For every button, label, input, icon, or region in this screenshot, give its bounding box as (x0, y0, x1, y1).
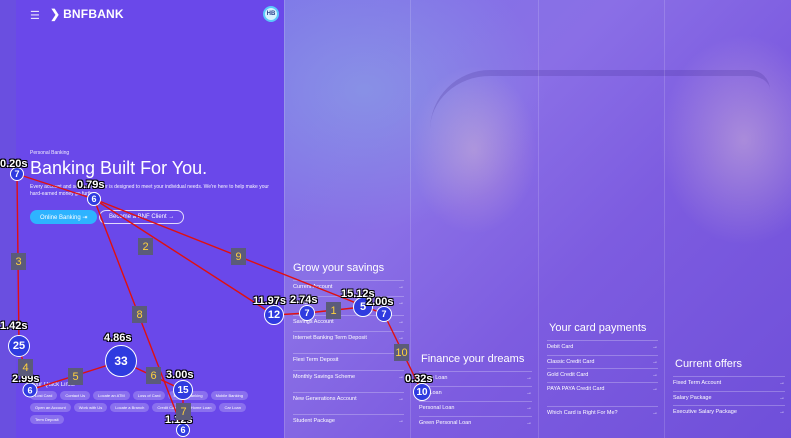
list-item[interactable]: Executive Salary Package → (673, 405, 785, 416)
list-item[interactable]: Which Card is Right For Me? → (547, 406, 658, 417)
hero-eyebrow: Personal Banking (30, 150, 70, 156)
list-item[interactable]: Flexi Term Deposit→ (293, 353, 404, 364)
list-item[interactable]: Classic Credit Card → (547, 355, 658, 366)
fixation-duration-label: 0.20s (0, 158, 28, 170)
online-banking-button[interactable]: Online Banking ⇥ (30, 210, 98, 224)
bnf-logo[interactable]: ❯ BNFBANK (50, 7, 124, 21)
hero-subcopy: Every account and service we offer is de… (30, 184, 269, 197)
list-item[interactable]: New Generations Account → (293, 392, 404, 403)
quick-links-list: Lost Card Contact Us Locate an ATM Loss … (30, 391, 280, 424)
quick-link-chip[interactable]: Term Deposit (30, 415, 64, 424)
saccade-number: 4 (18, 359, 33, 376)
quick-link-chip[interactable]: Contact Us (60, 391, 91, 400)
list-item[interactable]: Personal Loan → (419, 401, 532, 412)
column-title: Finance your dreams (421, 353, 525, 365)
cards-column: Your card payments Debit Card → Classic C… (538, 0, 664, 438)
list-item[interactable]: Fixed Term Account → (673, 376, 785, 387)
fixation-marker: 6 (87, 192, 101, 206)
saccade-number: 9 (231, 248, 246, 265)
quick-link-chip[interactable]: Mobile Banking (210, 391, 248, 400)
list-item[interactable]: Green Personal Loan → (419, 416, 532, 427)
column-title: Current offers (675, 358, 743, 370)
saccade-number: 7 (176, 403, 191, 420)
fixation-marker: 7 (376, 306, 392, 322)
page-title: Banking Built For You. (30, 158, 208, 178)
become-client-button[interactable]: Become a BNF Client → (99, 210, 185, 224)
list-item[interactable]: Home Loan → (419, 371, 532, 382)
list-item[interactable]: Internet Banking Term Deposit → (293, 331, 404, 342)
fixation-marker: 12 (264, 305, 284, 325)
column-title: Grow your savings (293, 262, 385, 274)
quick-link-chip[interactable]: Loss of Card (132, 391, 166, 400)
list-item[interactable]: Gold Credit Card → (547, 368, 658, 379)
top-bar: ☰ ❯ BNFBANK HB (16, 0, 284, 30)
fixation-duration-label: 3.00s (166, 369, 194, 381)
fixation-duration-label: 4.86s (104, 332, 132, 344)
list-item[interactable]: Debit Card → (547, 340, 658, 351)
list-item[interactable]: Car Loan→ (419, 386, 532, 397)
saccade-number: 3 (11, 253, 26, 270)
fixation-marker: 25 (8, 335, 30, 357)
fixation-marker: 15 (173, 380, 193, 400)
fixation-duration-label: 0.32s (405, 373, 433, 385)
saccade-number: 5 (68, 368, 83, 385)
logo-text: BNFBANK (63, 7, 124, 21)
fixation-duration-label: 1.42s (0, 320, 28, 332)
list-item[interactable]: Monthly Savings Scheme → (293, 370, 404, 381)
quick-link-chip[interactable]: Locate a Branch (110, 403, 150, 412)
list-item[interactable]: Salary Package → (673, 391, 785, 402)
fixation-marker: 7 (299, 305, 315, 321)
fixation-marker: 33 (105, 345, 137, 377)
list-item[interactable]: PAYA PAYA Credit Card → (547, 382, 658, 393)
column-title: Your card payments (549, 322, 647, 334)
quick-link-chip[interactable]: Work with Us (73, 403, 108, 412)
quick-link-chip[interactable]: Open an Account (30, 403, 71, 412)
fixation-marker: 10 (413, 383, 431, 401)
avatar[interactable]: HB (263, 6, 279, 22)
saccade-number: 10 (394, 344, 409, 361)
fixation-duration-label: 2.00s (366, 296, 394, 308)
list-item[interactable]: Student Package → (293, 414, 404, 425)
fixation-duration-label: 0.79s (77, 179, 105, 191)
saccade-number: 6 (146, 367, 161, 384)
fixation-duration-label: 11.97s (253, 295, 287, 307)
hamburger-icon[interactable]: ☰ (30, 9, 40, 22)
saccade-number: 2 (138, 238, 153, 255)
quick-link-chip[interactable]: Car Loan (219, 403, 246, 412)
saccade-number: 1 (326, 302, 341, 319)
offers-column: Current offers Fixed Term Account → Salar… (664, 0, 791, 438)
saccade-number: 8 (132, 306, 147, 323)
quick-link-chip[interactable]: Locate an ATM (93, 391, 130, 400)
fixation-duration-label: 2.74s (290, 294, 318, 306)
logo-mark-icon: ❯ (50, 7, 61, 21)
savings-column: Grow your savings Current Account → Attra… (284, 0, 410, 438)
